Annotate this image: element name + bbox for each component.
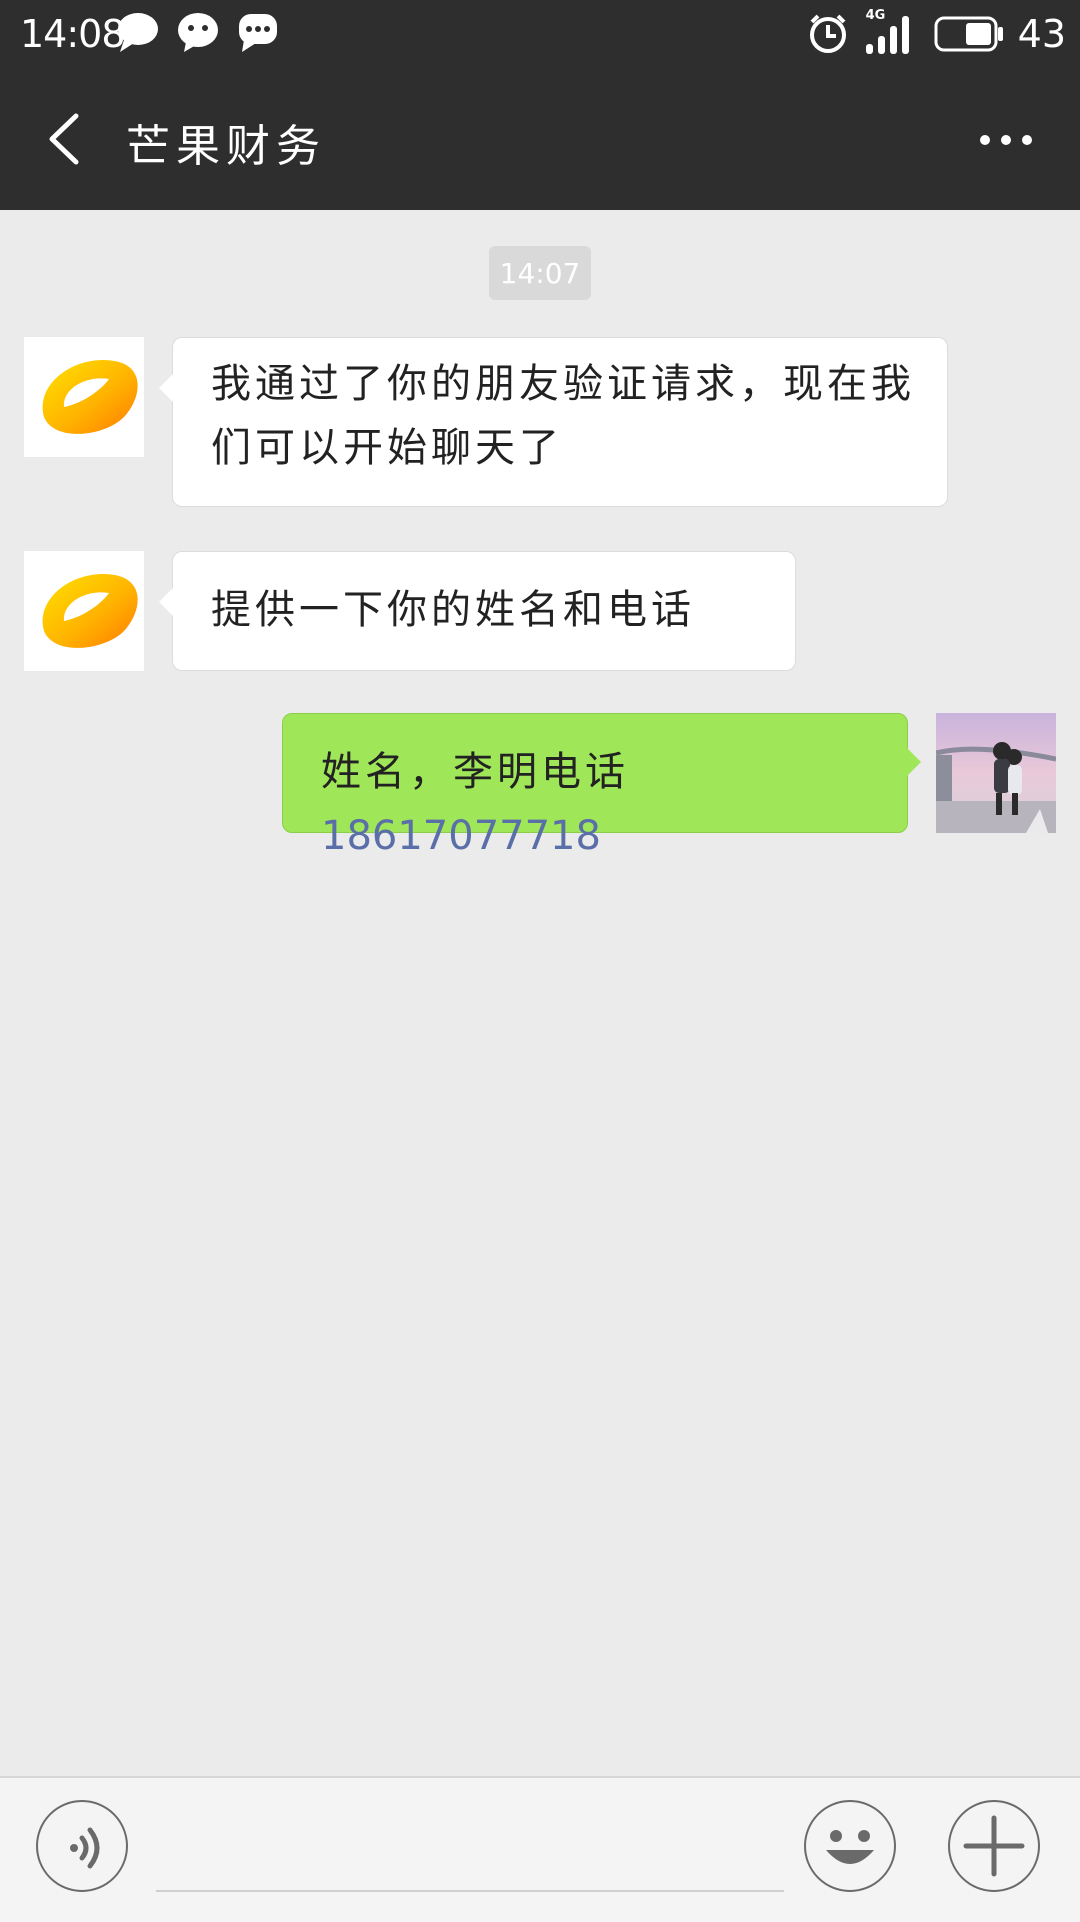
status-right-group: 4G 43 <box>806 8 1066 60</box>
wechat-icon <box>178 13 218 52</box>
voice-button[interactable] <box>36 1800 128 1892</box>
alarm-icon <box>809 14 846 53</box>
message-timestamp: 14:07 <box>489 246 591 300</box>
plus-icon <box>963 1815 1025 1877</box>
status-bar: 14:08 4G 43 <box>0 0 1080 68</box>
battery-icon <box>934 16 1003 52</box>
message-icon <box>239 14 277 52</box>
emoji-button[interactable] <box>804 1800 896 1892</box>
chat-title: 芒果财务 <box>126 121 326 172</box>
incoming-message[interactable]: 提供一下你的姓名和电话 <box>159 551 796 671</box>
message-text: 我通过了你的朋友验证请求，现在我们可以开始聊天了 <box>211 361 915 471</box>
status-time: 14:08 <box>20 12 126 56</box>
message-input[interactable] <box>156 1808 784 1892</box>
battery-level: 43 <box>1017 12 1066 56</box>
input-bar <box>0 1776 1080 1922</box>
incoming-message[interactable]: 我通过了你的朋友验证请求，现在我们可以开始聊天了 <box>159 337 948 507</box>
user-avatar[interactable] <box>936 713 1056 833</box>
contact-avatar[interactable] <box>24 551 144 671</box>
contact-avatar[interactable] <box>24 337 144 457</box>
chat-area[interactable]: 14:07 我通过了你的朋友验证请求，现在我们可以开始聊天了 提供一下你的姓名和… <box>0 210 1080 1776</box>
title-bar: 芒果财务 <box>0 68 1080 210</box>
voice-icon <box>70 1827 100 1869</box>
plus-button[interactable] <box>948 1800 1040 1892</box>
more-dots-icon[interactable] <box>976 120 1036 160</box>
chevron-left-icon[interactable] <box>34 104 94 174</box>
message-text: 姓名，李明电话 <box>321 749 629 795</box>
chat-bubble-icon <box>118 13 158 52</box>
outgoing-message[interactable]: 姓名，李明电话 18617077718 <box>282 713 921 859</box>
emoji-icon <box>826 1830 874 1864</box>
message-text: 提供一下你的姓名和电话 <box>211 587 695 633</box>
mango-logo-icon <box>24 551 144 671</box>
signal-4g-icon: 4G <box>864 8 920 56</box>
mango-logo-icon <box>24 337 144 457</box>
phone-number-link[interactable]: 18617077718 <box>321 813 601 859</box>
user-photo-icon <box>936 713 1056 833</box>
